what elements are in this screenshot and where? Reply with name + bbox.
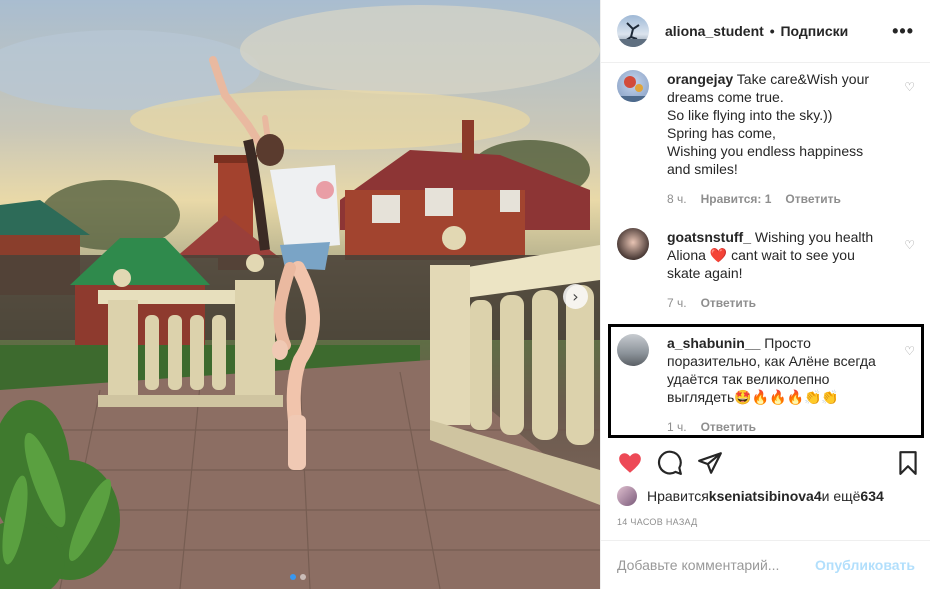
following-button[interactable]: Подписки <box>780 23 848 39</box>
reply-button[interactable]: Ответить <box>785 190 840 208</box>
comment-item: goatsnstuff_ Wishing you health Aliona ❤… <box>617 228 917 312</box>
separator-dot: • <box>769 23 775 39</box>
skater-silhouette <box>617 22 649 47</box>
avatar[interactable] <box>617 15 649 47</box>
comment-time[interactable]: 7 ч. <box>667 294 687 312</box>
post-photo[interactable]: › <box>0 0 600 589</box>
author-username[interactable]: aliona_student <box>665 23 764 39</box>
heart-outline-icon[interactable]: ♡ <box>904 238 915 252</box>
likes-middle: и ещё <box>821 488 861 504</box>
post-details-panel: aliona_student • Подписки ••• orangejay … <box>600 0 930 589</box>
comment-time[interactable]: 8 ч. <box>667 190 687 208</box>
post-timestamp[interactable]: 14 часов назад <box>617 517 698 527</box>
post-header: aliona_student • Подписки ••• <box>601 0 930 63</box>
carousel-dot <box>300 574 306 580</box>
comment-body: orangejay Take care&Wish your dreams com… <box>667 70 885 208</box>
bookmark-icon[interactable] <box>895 450 921 476</box>
avatar[interactable] <box>617 228 649 260</box>
carousel-indicator <box>290 574 306 580</box>
reply-button[interactable]: Ответить <box>701 294 756 312</box>
hot-air-balloon-image <box>617 76 649 102</box>
comment-item: orangejay Take care&Wish your dreams com… <box>617 70 917 208</box>
comment-username[interactable]: goatsnstuff_ <box>667 229 751 245</box>
avatar[interactable] <box>617 70 649 102</box>
paper-plane-icon[interactable] <box>697 450 723 476</box>
comment-icon[interactable] <box>657 450 683 476</box>
likes-summary: Нравится kseniatsibinova4 и ещё 634 <box>617 486 884 506</box>
comment-username[interactable]: orangejay <box>667 71 733 87</box>
comment-input[interactable] <box>617 557 816 573</box>
comment-meta: 8 ч. Нравится: 1 Ответить <box>667 190 885 208</box>
comment-body: goatsnstuff_ Wishing you health Aliona ❤… <box>667 228 885 312</box>
carousel-dot-active <box>290 574 296 580</box>
chevron-right-icon[interactable]: › <box>563 284 588 309</box>
avatar[interactable] <box>617 486 637 506</box>
likes-count[interactable]: 634 <box>860 488 883 504</box>
ellipsis-icon[interactable]: ••• <box>892 21 914 42</box>
post-author: aliona_student • Подписки <box>665 23 848 39</box>
heart-outline-icon[interactable]: ♡ <box>904 80 915 94</box>
photo-scene <box>0 5 600 589</box>
post-actions-bar <box>617 450 917 478</box>
likes-prefix: Нравится <box>647 488 709 504</box>
publish-button[interactable]: Опубликовать <box>815 557 915 573</box>
heart-filled-icon[interactable] <box>617 450 643 476</box>
comment-likes[interactable]: Нравится: 1 <box>701 190 772 208</box>
comment-meta: 7 ч. Ответить <box>667 294 885 312</box>
add-comment-bar: Опубликовать <box>601 540 930 589</box>
liked-by-username[interactable]: kseniatsibinova4 <box>709 488 822 504</box>
highlight-frame <box>608 324 924 438</box>
